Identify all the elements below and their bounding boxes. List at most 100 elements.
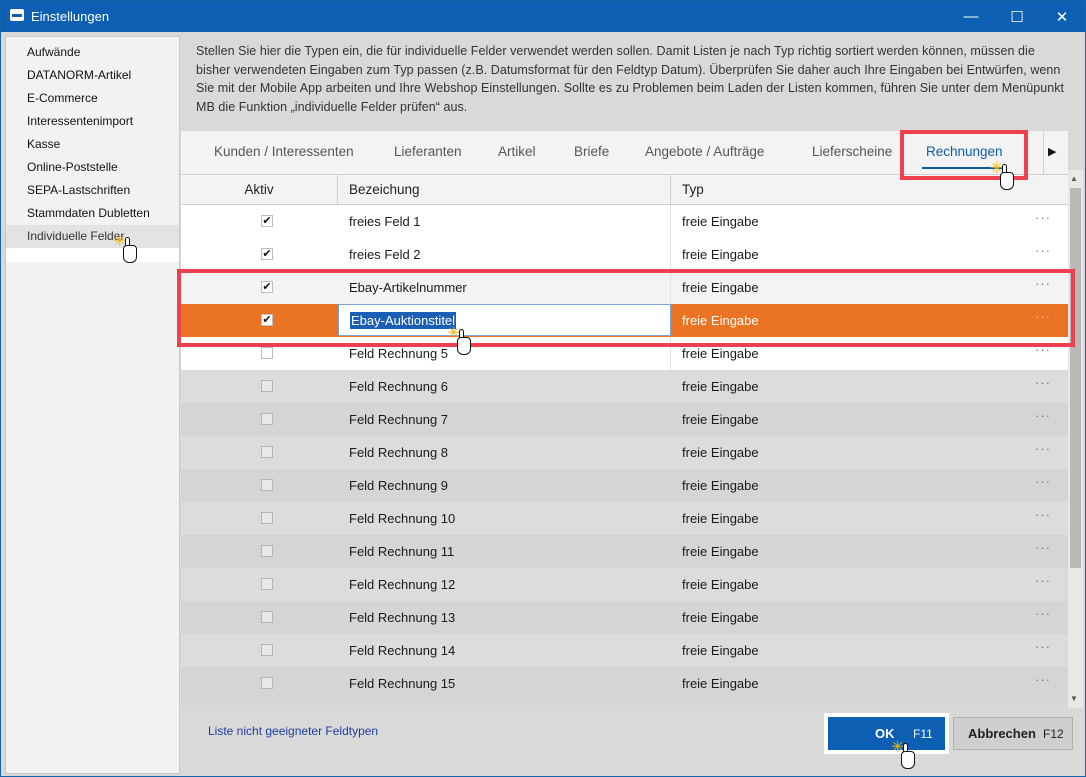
- row-name[interactable]: Feld Rechnung 15: [349, 676, 455, 691]
- row-name[interactable]: freies Feld 1: [349, 214, 421, 229]
- table-row[interactable]: ✔ freies Feld 2 freie Eingabe ···: [181, 238, 1068, 271]
- header-aktiv[interactable]: Aktiv: [181, 175, 338, 205]
- cancel-button[interactable]: Abbrechen F12: [953, 717, 1073, 750]
- sidebar-item-aufwaende[interactable]: Aufwände: [6, 41, 179, 64]
- row-more-button[interactable]: ···: [1035, 540, 1051, 555]
- table-row[interactable]: Feld Rechnung 12 freie Eingabe ···: [181, 568, 1068, 601]
- scroll-down-icon[interactable]: ▼: [1070, 694, 1078, 703]
- row-name[interactable]: Feld Rechnung 9: [349, 478, 448, 493]
- table-row[interactable]: Feld Rechnung 14 freie Eingabe ···: [181, 634, 1068, 667]
- row-name[interactable]: Feld Rechnung 10: [349, 511, 455, 526]
- sidebar-item-individuelle-felder[interactable]: Individuelle Felder: [6, 225, 179, 248]
- row-type[interactable]: freie Eingabe: [682, 412, 759, 427]
- row-type[interactable]: freie Eingabe: [682, 247, 759, 262]
- table-row[interactable]: Feld Rechnung 10 freie Eingabe ···: [181, 502, 1068, 535]
- table-row[interactable]: Feld Rechnung 13 freie Eingabe ···: [181, 601, 1068, 634]
- column-divider: [670, 238, 671, 271]
- row-name[interactable]: Feld Rechnung 12: [349, 577, 455, 592]
- ok-button[interactable]: OK F11: [828, 717, 945, 750]
- sidebar-item-ecommerce[interactable]: E-Commerce: [6, 87, 179, 110]
- row-checkbox[interactable]: [261, 347, 273, 359]
- tab-lieferscheine[interactable]: Lieferscheine: [812, 144, 892, 159]
- row-type[interactable]: freie Eingabe: [682, 379, 759, 394]
- maximize-button[interactable]: ☐: [994, 1, 1040, 32]
- tab-scroll-right-icon[interactable]: ▶: [1048, 145, 1056, 158]
- row-checkbox[interactable]: [261, 677, 273, 689]
- row-more-button[interactable]: ···: [1035, 375, 1051, 390]
- row-checkbox[interactable]: [261, 611, 273, 623]
- table-row[interactable]: Feld Rechnung 11 freie Eingabe ···: [181, 535, 1068, 568]
- sidebar-item-dubletten[interactable]: Stammdaten Dubletten: [6, 202, 179, 225]
- row-name[interactable]: Feld Rechnung 13: [349, 610, 455, 625]
- tab-briefe[interactable]: Briefe: [574, 144, 609, 159]
- fields-grid: Aktiv Bezeichung Typ ✔ freies Feld 1 fre…: [181, 175, 1068, 708]
- row-name[interactable]: Feld Rechnung 7: [349, 412, 448, 427]
- row-type[interactable]: freie Eingabe: [682, 610, 759, 625]
- sidebar-item-datanorm[interactable]: DATANORM-Artikel: [6, 64, 179, 87]
- row-checkbox[interactable]: [261, 479, 273, 491]
- row-name[interactable]: Feld Rechnung 8: [349, 445, 448, 460]
- sidebar-item-interessentenimport[interactable]: Interessentenimport: [6, 110, 179, 133]
- tab-divider: [1043, 131, 1044, 174]
- table-row[interactable]: ✔ freies Feld 1 freie Eingabe ···: [181, 205, 1068, 238]
- tab-artikel[interactable]: Artikel: [498, 144, 536, 159]
- row-type[interactable]: freie Eingabe: [682, 214, 759, 229]
- row-type[interactable]: freie Eingabe: [682, 544, 759, 559]
- minimize-button[interactable]: —: [948, 1, 994, 32]
- row-checkbox[interactable]: [261, 644, 273, 656]
- table-row[interactable]: Feld Rechnung 15 freie Eingabe ···: [181, 667, 1068, 700]
- tab-kunden[interactable]: Kunden / Interessenten: [214, 144, 354, 159]
- tab-angebote[interactable]: Angebote / Aufträge: [645, 144, 764, 159]
- row-type[interactable]: freie Eingabe: [682, 676, 759, 691]
- row-checkbox[interactable]: [261, 578, 273, 590]
- row-more-button[interactable]: ···: [1035, 243, 1051, 258]
- row-more-button[interactable]: ···: [1035, 210, 1051, 225]
- row-checkbox[interactable]: [261, 512, 273, 524]
- cancel-button-label: Abbrechen: [968, 726, 1036, 741]
- row-name[interactable]: Feld Rechnung 5: [349, 346, 448, 361]
- table-row[interactable]: Feld Rechnung 8 freie Eingabe ···: [181, 436, 1068, 469]
- annotation-box-rows: [177, 269, 1075, 347]
- row-checkbox[interactable]: [261, 545, 273, 557]
- cancel-button-shortcut: F12: [1043, 727, 1064, 741]
- row-type[interactable]: freie Eingabe: [682, 511, 759, 526]
- row-checkbox[interactable]: [261, 446, 273, 458]
- table-row[interactable]: Feld Rechnung 6 freie Eingabe ···: [181, 370, 1068, 403]
- sidebar-item-sepa[interactable]: SEPA-Lastschriften: [6, 179, 179, 202]
- scrollbar-thumb[interactable]: [1070, 188, 1081, 568]
- row-more-button[interactable]: ···: [1035, 507, 1051, 522]
- row-more-button[interactable]: ···: [1035, 573, 1051, 588]
- unsuitable-field-types-link[interactable]: Liste nicht geeigneter Feldtypen: [208, 724, 378, 738]
- table-row[interactable]: Feld Rechnung 7 freie Eingabe ···: [181, 403, 1068, 436]
- row-checkbox[interactable]: ✔: [261, 215, 273, 227]
- row-type[interactable]: freie Eingabe: [682, 643, 759, 658]
- scroll-up-icon[interactable]: ▲: [1070, 174, 1078, 183]
- row-more-button[interactable]: ···: [1035, 408, 1051, 423]
- tab-lieferanten[interactable]: Lieferanten: [394, 144, 462, 159]
- row-more-button[interactable]: ···: [1035, 672, 1051, 687]
- hand-cursor-icon: ✳: [891, 739, 919, 771]
- row-type[interactable]: freie Eingabe: [682, 445, 759, 460]
- header-bezeichnung[interactable]: Bezeichung: [338, 175, 671, 205]
- row-name[interactable]: Feld Rechnung 14: [349, 643, 455, 658]
- hand-cursor-icon: ✳: [990, 160, 1018, 192]
- sidebar-item-kasse[interactable]: Kasse: [6, 133, 179, 156]
- row-name[interactable]: Feld Rechnung 11: [349, 544, 454, 559]
- row-more-button[interactable]: ···: [1035, 639, 1051, 654]
- row-checkbox[interactable]: ✔: [261, 248, 273, 260]
- close-button[interactable]: ✕: [1039, 1, 1085, 32]
- row-name[interactable]: Feld Rechnung 6: [349, 379, 448, 394]
- row-name[interactable]: freies Feld 2: [349, 247, 421, 262]
- row-type[interactable]: freie Eingabe: [682, 346, 759, 361]
- row-more-button[interactable]: ···: [1035, 606, 1051, 621]
- row-checkbox[interactable]: [261, 413, 273, 425]
- row-more-button[interactable]: ···: [1035, 441, 1051, 456]
- column-divider: [670, 205, 671, 238]
- row-checkbox[interactable]: [261, 380, 273, 392]
- grid-scrollbar[interactable]: ▲ ▼: [1068, 170, 1083, 708]
- row-type[interactable]: freie Eingabe: [682, 478, 759, 493]
- row-more-button[interactable]: ···: [1035, 474, 1051, 489]
- row-type[interactable]: freie Eingabe: [682, 577, 759, 592]
- table-row[interactable]: Feld Rechnung 9 freie Eingabe ···: [181, 469, 1068, 502]
- sidebar-item-online-poststelle[interactable]: Online-Poststelle: [6, 156, 179, 179]
